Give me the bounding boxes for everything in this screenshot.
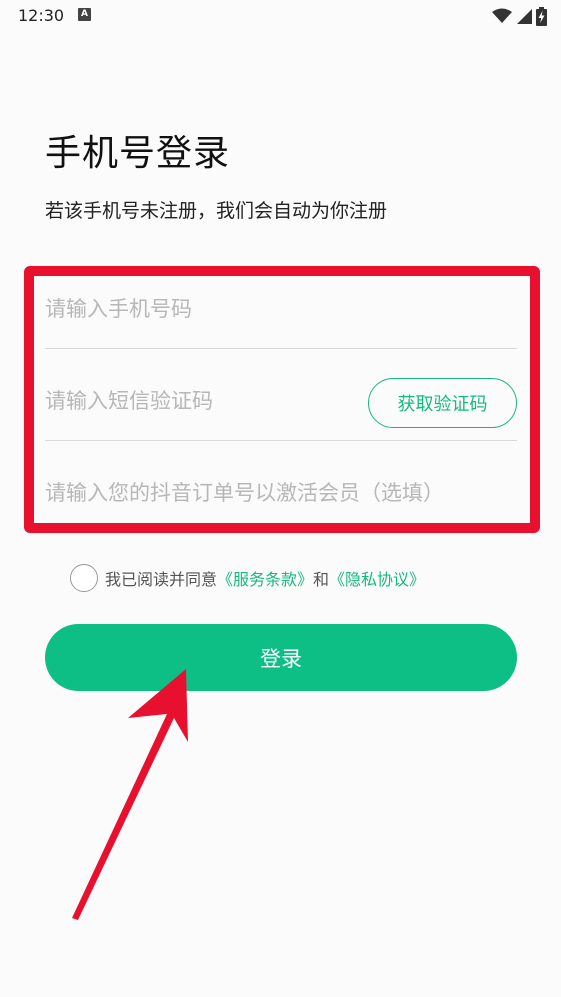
code-field-row: 获取验证码: [45, 356, 517, 446]
notification-icon: A: [78, 8, 91, 21]
login-button[interactable]: 登录: [45, 624, 517, 691]
status-icons: [492, 6, 547, 26]
field-divider: [45, 348, 517, 349]
field-divider: [45, 440, 517, 441]
order-field-row: [45, 448, 517, 538]
terms-link[interactable]: 《服务条款》: [217, 570, 313, 589]
signal-icon: [517, 9, 532, 24]
agreement-prefix: 我已阅读并同意: [105, 570, 218, 589]
wifi-icon: [492, 8, 512, 23]
page-title: 手机号登录: [45, 133, 231, 174]
agreement-text: 我已阅读并同意《服务条款》和《隐私协议》: [105, 566, 425, 590]
agree-checkbox[interactable]: [70, 564, 98, 592]
status-bar: 12:30 A: [0, 0, 561, 34]
phone-input[interactable]: [45, 297, 517, 321]
order-number-input[interactable]: [45, 481, 517, 505]
get-code-button[interactable]: 获取验证码: [368, 378, 517, 428]
agreement-row: 我已阅读并同意《服务条款》和《隐私协议》: [70, 563, 425, 593]
battery-charging-icon: [536, 6, 547, 26]
agreement-conjunction: 和: [313, 570, 330, 589]
status-time: 12:30: [18, 6, 65, 25]
phone-field-row: [45, 268, 517, 350]
sms-code-input[interactable]: [45, 389, 345, 413]
privacy-link[interactable]: 《隐私协议》: [329, 570, 425, 589]
login-screen: 12:30 A 手机号登录 若该手机号未注册，我们会自动为你注册 获取验证码: [0, 0, 561, 997]
page-subtitle: 若该手机号未注册，我们会自动为你注册: [45, 200, 388, 222]
